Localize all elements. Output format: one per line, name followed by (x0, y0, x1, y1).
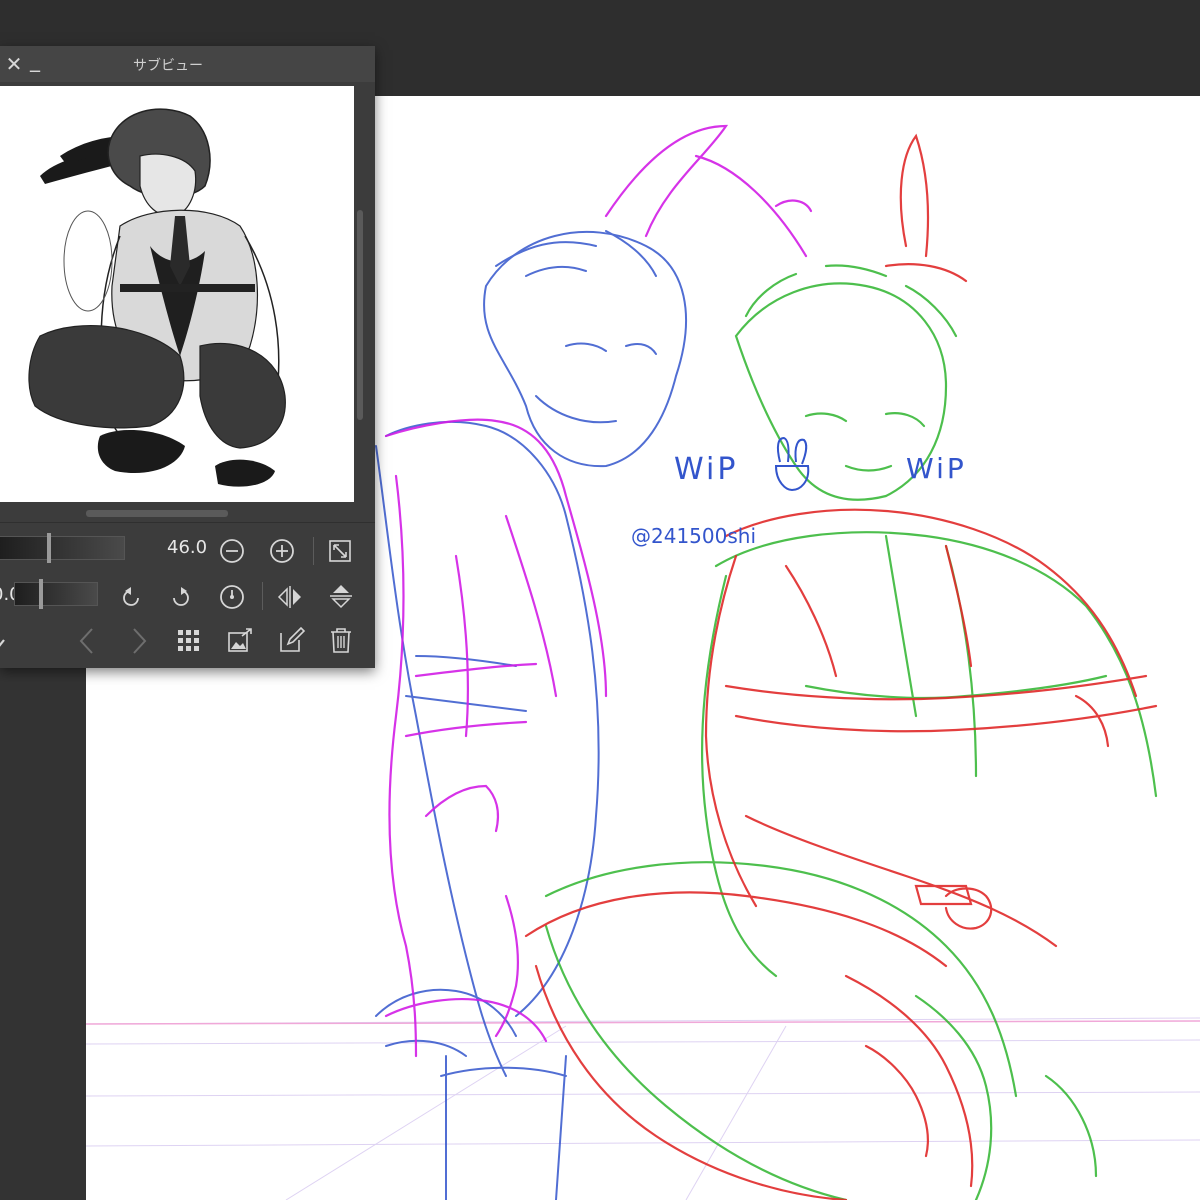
bunny-doodle (774, 436, 810, 492)
chevron-left-icon (79, 628, 93, 654)
zoom-in-button[interactable] (269, 538, 295, 564)
vertical-scroll-thumb[interactable] (357, 210, 363, 420)
fit-to-window-button[interactable] (327, 538, 353, 564)
zoom-in-icon (270, 539, 294, 563)
reset-rotation-button[interactable] (218, 582, 246, 610)
edit-image-button[interactable] (278, 626, 306, 654)
chevron-right-icon (133, 628, 147, 654)
previous-image-button[interactable] (76, 626, 98, 656)
subview-titlebar[interactable]: ✕ _ サブビュー (0, 46, 375, 82)
zoom-out-icon (220, 539, 244, 563)
horizontal-scroll-thumb[interactable] (86, 510, 228, 517)
zoom-slider[interactable] (0, 533, 125, 563)
fit-window-icon (329, 540, 351, 562)
rotate-left-icon (123, 587, 139, 606)
rotate-right-button[interactable] (168, 584, 194, 610)
flip-horizontal-button[interactable] (276, 584, 304, 610)
delete-image-button[interactable] (328, 626, 354, 654)
zoom-out-button[interactable] (219, 538, 245, 564)
preview-vertical-scrollbar[interactable] (355, 86, 365, 502)
subview-title: サブビュー (133, 58, 203, 74)
rotate-right-icon (173, 587, 189, 606)
rotation-slider[interactable] (14, 579, 98, 609)
flip-vertical-button[interactable] (328, 582, 354, 610)
toolbar-separator (262, 582, 263, 610)
flip-horizontal-icon (277, 586, 301, 608)
flip-vertical-icon (330, 585, 352, 609)
panel-divider (0, 522, 375, 523)
artist-handle-watermark: @241500shi (631, 524, 756, 548)
trash-icon (331, 628, 351, 653)
zoom-slider-knob[interactable] (47, 533, 51, 563)
next-image-button[interactable] (128, 626, 150, 656)
reset-rotation-icon (220, 585, 244, 609)
preview-horizontal-scrollbar[interactable] (0, 506, 354, 520)
import-image-icon (228, 628, 252, 652)
reference-illustration (28, 108, 286, 487)
rotate-left-button[interactable] (118, 584, 144, 610)
grid-icon (178, 630, 199, 651)
import-image-button[interactable] (226, 626, 254, 654)
subview-panel: ✕ _ サブビュー 46.0 .0 (0, 46, 375, 668)
zoom-value[interactable]: 46.0 (167, 537, 207, 558)
eyedropper-button[interactable] (0, 628, 12, 654)
toolbar-separator (313, 537, 314, 565)
wip-label-right: WiP (906, 452, 967, 485)
image-list-button[interactable] (176, 628, 202, 654)
wip-label-left: WiP (674, 452, 739, 487)
reference-image-preview[interactable] (0, 86, 354, 502)
eyedropper-icon (0, 639, 5, 647)
edit-icon (280, 626, 306, 652)
rotation-slider-knob[interactable] (39, 579, 43, 609)
